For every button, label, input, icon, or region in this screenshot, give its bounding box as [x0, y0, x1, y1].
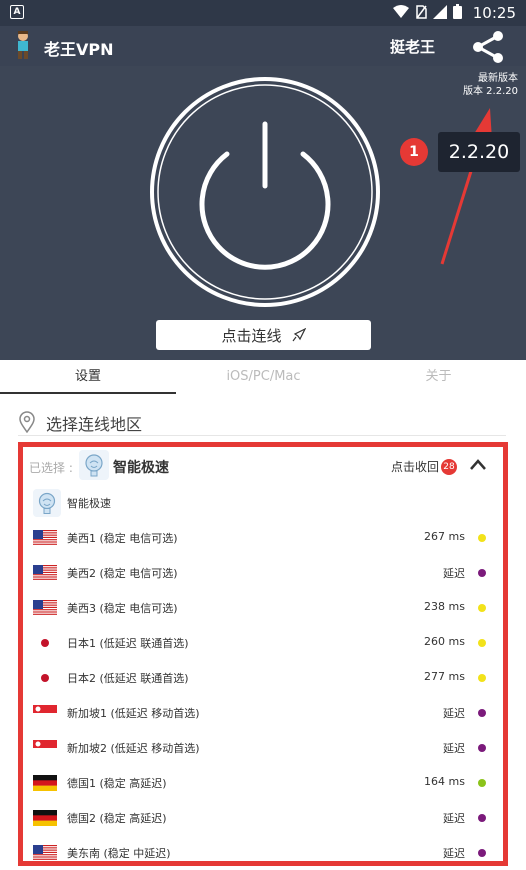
latency-status-dot — [478, 569, 486, 577]
latency-status-dot — [478, 849, 486, 857]
system-icons — [393, 4, 462, 19]
latency-status-dot — [478, 779, 486, 787]
japan-flag-icon — [33, 635, 57, 651]
selected-server-name: 智能极速 — [113, 460, 169, 476]
mascot-logo-icon — [18, 31, 28, 59]
version-info: 最新版本 版本 2.2.20 — [463, 72, 518, 98]
server-row[interactable]: 美西2 (稳定 电信可选) 延迟 — [23, 555, 503, 590]
app-bar: 老王VPN 挺老王 — [0, 26, 526, 66]
selected-prefix: 已选择 : — [29, 461, 73, 475]
server-row[interactable]: 智能极速 — [23, 485, 503, 520]
latency-status-dot — [478, 674, 486, 682]
battery-icon — [453, 4, 462, 19]
power-button[interactable] — [149, 76, 381, 308]
server-name: 德国1 (稳定 高延迟) — [67, 777, 167, 790]
us-flag-icon — [33, 845, 57, 861]
version-tooltip: 2.2.20 — [438, 132, 520, 172]
app-notification-icon: A — [10, 5, 24, 19]
us-flag-icon — [33, 565, 57, 581]
server-name: 日本1 (低延迟 联通首选) — [67, 637, 189, 650]
singapore-flag-icon — [33, 740, 57, 756]
server-row[interactable]: 日本1 (低延迟 联通首选) 260 ms — [23, 625, 503, 660]
server-latency: 277 ms — [424, 670, 465, 683]
server-latency: 延迟 — [443, 707, 465, 720]
app-title: 老王VPN — [44, 40, 114, 59]
server-list: 智能极速 美西1 (稳定 电信可选) 267 ms 美西2 (稳定 电信可选) 延迟 美西… — [23, 485, 503, 870]
singapore-flag-icon — [33, 705, 57, 721]
server-name: 美西1 (稳定 电信可选) — [67, 532, 178, 545]
latency-status-dot — [478, 744, 486, 752]
server-name: 德国2 (稳定 高延迟) — [67, 812, 167, 825]
region-header: 选择连线地区 — [18, 409, 506, 436]
server-name: 美西2 (稳定 电信可选) — [67, 567, 178, 580]
server-name: 新加坡1 (低延迟 移动首选) — [67, 707, 200, 720]
server-latency: 延迟 — [443, 812, 465, 825]
server-row[interactable]: 德国1 (稳定 高延迟) 164 ms — [23, 765, 503, 800]
rocket-icon — [292, 328, 306, 342]
version-number: 版本 2.2.20 — [463, 86, 518, 97]
server-latency: 延迟 — [443, 567, 465, 580]
share-icon[interactable] — [470, 30, 508, 64]
annotation-arrow — [440, 108, 492, 265]
hero-panel: 最新版本 版本 2.2.20 1 2.2.20 点击连线 — [0, 66, 526, 360]
status-bar: A 10:25 — [0, 0, 526, 26]
server-latency: 238 ms — [424, 600, 465, 613]
annotation-badge: 1 — [400, 138, 428, 166]
us-flag-icon — [33, 530, 57, 546]
server-row[interactable]: 德国2 (稳定 高延迟) 延迟 — [23, 800, 503, 835]
server-name: 日本2 (低延迟 联通首选) — [67, 672, 189, 685]
wifi-icon — [393, 4, 409, 18]
collapse-label[interactable]: 点击收回 — [391, 458, 439, 475]
server-count-badge: 28 — [441, 459, 457, 475]
no-sim-icon — [416, 4, 427, 19]
server-name: 智能极速 — [67, 497, 111, 510]
server-row[interactable]: 美西3 (稳定 电信可选) 238 ms — [23, 590, 503, 625]
server-latency: 260 ms — [424, 635, 465, 648]
username[interactable]: 挺老王 — [390, 36, 435, 57]
latency-status-dot — [478, 604, 486, 612]
us-flag-icon — [33, 600, 57, 616]
germany-flag-icon — [33, 810, 57, 826]
server-panel: 已选择 : 智能极速 点击收回 28 智能极速美西1 (稳定 电信可选) 267 … — [18, 442, 508, 866]
germany-flag-icon — [33, 775, 57, 791]
server-row[interactable]: 新加坡2 (低延迟 移动首选) 延迟 — [23, 730, 503, 765]
tab-bar: 设置 iOS/PC/Mac 关于 — [0, 360, 526, 394]
server-latency: 延迟 — [443, 847, 465, 860]
connect-button[interactable]: 点击连线 — [156, 320, 371, 350]
region-title: 选择连线地区 — [46, 415, 143, 434]
connect-label: 点击连线 — [221, 326, 282, 345]
tab-settings[interactable]: 设置 — [0, 360, 176, 394]
version-latest-label: 最新版本 — [478, 73, 518, 84]
brain-icon — [33, 489, 61, 517]
latency-status-dot — [478, 709, 486, 717]
chevron-up-icon[interactable] — [468, 455, 488, 475]
latency-status-dot — [478, 534, 486, 542]
clock: 10:25 — [472, 4, 516, 22]
server-latency: 267 ms — [424, 530, 465, 543]
location-pin-icon — [19, 411, 35, 433]
signal-icon — [433, 4, 447, 19]
tab-ios-pc-mac[interactable]: iOS/PC/Mac — [176, 360, 351, 394]
japan-flag-icon — [33, 670, 57, 686]
latency-status-dot — [478, 814, 486, 822]
server-row[interactable]: 美西1 (稳定 电信可选) 267 ms — [23, 520, 503, 555]
tab-about[interactable]: 关于 — [351, 360, 526, 394]
server-row[interactable]: 日本2 (低延迟 联通首选) 277 ms — [23, 660, 503, 695]
server-latency: 164 ms — [424, 775, 465, 788]
server-row[interactable]: 新加坡1 (低延迟 移动首选) 延迟 — [23, 695, 503, 730]
server-name: 美东南 (稳定 中延迟) — [67, 847, 171, 860]
server-latency: 延迟 — [443, 742, 465, 755]
server-row[interactable]: 美东南 (稳定 中延迟) 延迟 — [23, 835, 503, 870]
server-name: 美西3 (稳定 电信可选) — [67, 602, 178, 615]
latency-status-dot — [478, 639, 486, 647]
server-name: 新加坡2 (低延迟 移动首选) — [67, 742, 200, 755]
brain-icon — [79, 450, 109, 480]
selected-server-row[interactable]: 已选择 : 智能极速 点击收回 28 — [23, 447, 503, 485]
